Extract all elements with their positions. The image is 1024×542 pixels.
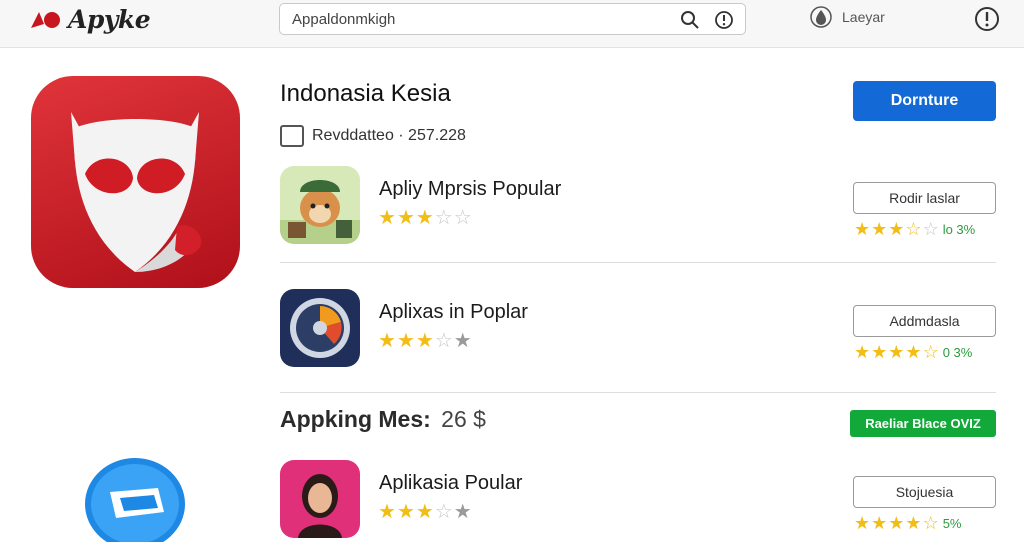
star-grey-icon: ★ [453, 330, 472, 352]
star-rating: ★ ★ ★ ☆ ★ [378, 502, 472, 522]
star-full-icon: ★ [378, 330, 396, 352]
app-list-item[interactable]: Apliy Mprsis Popular ★ ★ ★ ☆ ☆ Rodir las… [280, 166, 996, 244]
star-empty-icon: ☆ [434, 330, 453, 352]
search-icon[interactable] [680, 10, 700, 30]
app-score: ★ ★ ★ ★ ☆ 0 3% [854, 343, 972, 361]
star-grey-icon: ★ [453, 501, 472, 523]
star-full-icon: ★ [854, 219, 871, 239]
dial-app-icon [280, 289, 360, 367]
star-full-icon: ★ [871, 342, 888, 362]
score-percent: lo 3% [942, 221, 976, 237]
app-title: Apliy Mprsis Popular [379, 178, 562, 200]
star-empty-icon: ☆ [434, 207, 453, 229]
featured-app-title: Indonasia Kesia [280, 80, 451, 107]
app-title: Aplixas in Poplar [379, 301, 528, 323]
partial-app-icon[interactable] [80, 452, 190, 542]
brand[interactable]: Apyke [28, 4, 151, 34]
app-list-item[interactable]: Aplixas in Poplar ★ ★ ★ ☆ ★ Addmdasla ★ … [280, 289, 996, 367]
star-full-icon: ★ [415, 330, 434, 352]
score-percent: 0 3% [942, 344, 973, 360]
star-full-icon: ★ [396, 207, 415, 229]
star-full-icon: ★ [854, 513, 871, 533]
star-half-icon: ☆ [922, 342, 939, 362]
star-full-icon: ★ [378, 207, 396, 229]
brand-name: Apyke [68, 4, 151, 34]
mask-logo-icon [71, 112, 202, 272]
star-half-icon: ★ [415, 501, 434, 523]
app-score: ★ ★ ★ ☆ ☆ lo 3% [854, 220, 975, 238]
star-rating: ★ ★ ★ ☆ ☆ [378, 208, 472, 228]
portrait-app-icon [280, 460, 360, 538]
app-action-button[interactable]: Addmdasla [853, 305, 996, 337]
star-rating: ★ ★ ★ ☆ ★ [378, 331, 472, 351]
star-full-icon: ★ [871, 219, 888, 239]
star-full-icon: ★ [888, 342, 905, 362]
star-half-icon: ★ [415, 207, 434, 229]
divider [280, 262, 996, 263]
star-full-icon: ★ [905, 513, 922, 533]
star-full-icon: ★ [378, 501, 396, 523]
fox-app-icon [280, 166, 360, 244]
featured-meta: Revddatteo · 257.228 [280, 125, 466, 147]
app-thumbnail[interactable] [280, 166, 360, 244]
featured-app-icon[interactable] [31, 76, 240, 288]
app-list-item[interactable]: Aplikasia Poular ★ ★ ★ ☆ ★ Stojuesia ★ ★… [280, 460, 996, 538]
app-title: Aplikasia Poular [379, 472, 523, 494]
alert-icon[interactable] [974, 6, 1000, 32]
star-empty-icon: ☆ [453, 207, 472, 229]
green-action-button[interactable]: Raeliar Blace OVIZ [850, 410, 996, 437]
star-empty-icon: ☆ [434, 501, 453, 523]
app-thumbnail[interactable] [280, 460, 360, 538]
app-action-button[interactable]: Stojuesia [853, 476, 996, 508]
user-menu[interactable]: Laeyar [810, 6, 885, 28]
section-title: Appking Mes: 26 $ [280, 406, 486, 433]
app-thumbnail[interactable] [280, 289, 360, 367]
divider [280, 392, 996, 393]
info-circle-icon[interactable] [714, 10, 734, 30]
star-full-icon: ★ [905, 342, 922, 362]
score-stars: ★ ★ ★ ☆ ☆ [854, 220, 939, 238]
search-box[interactable]: Appaldonmkigh [279, 3, 746, 35]
top-bar: Apyke Appaldonmkigh Laeyar [0, 0, 1024, 48]
primary-action-button[interactable]: Dornture [853, 81, 996, 121]
user-label: Laeyar [842, 9, 885, 25]
star-half-icon: ☆ [905, 219, 922, 239]
app-score: ★ ★ ★ ★ ☆ 5% [854, 514, 962, 532]
section-title-text: Appking Mes: [280, 406, 431, 432]
star-full-icon: ★ [888, 513, 905, 533]
featured-meta-text: Revddatteo · 257.228 [312, 127, 466, 144]
brand-logo-icon [31, 12, 60, 28]
section-price: 26 $ [441, 406, 486, 432]
star-half-icon: ☆ [922, 513, 939, 533]
star-full-icon: ★ [396, 330, 415, 352]
score-stars: ★ ★ ★ ★ ☆ [854, 343, 939, 361]
star-full-icon: ★ [888, 219, 905, 239]
gallery-icon [280, 125, 304, 147]
star-full-icon: ★ [854, 342, 871, 362]
search-input[interactable]: Appaldonmkigh [292, 11, 395, 28]
score-stars: ★ ★ ★ ★ ☆ [854, 514, 939, 532]
user-drop-icon [810, 6, 832, 28]
star-empty-icon: ☆ [922, 219, 939, 239]
score-percent: 5% [942, 515, 962, 531]
star-full-icon: ★ [871, 513, 888, 533]
app-action-button[interactable]: Rodir laslar [853, 182, 996, 214]
star-full-icon: ★ [396, 501, 415, 523]
